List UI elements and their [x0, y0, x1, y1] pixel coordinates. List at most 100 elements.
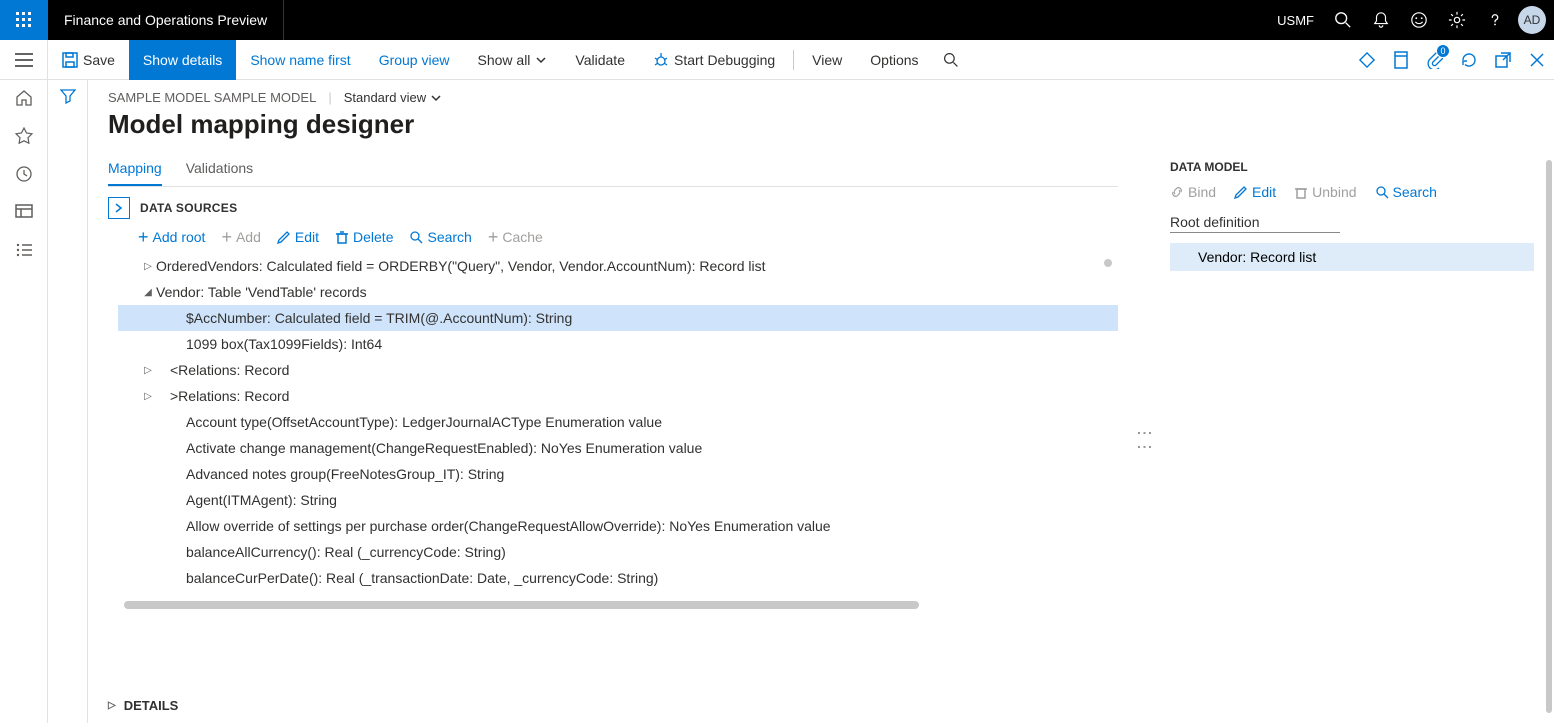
filter-button[interactable] — [60, 88, 76, 723]
page-options-button[interactable] — [1384, 40, 1418, 80]
tree-node[interactable]: Activate change management(ChangeRequest… — [118, 435, 1118, 461]
search-button[interactable]: Search — [1375, 184, 1437, 200]
pencil-icon — [1234, 185, 1248, 199]
data-sources-tree: ▷OrderedVendors: Calculated field = ORDE… — [108, 253, 1118, 609]
view-selector[interactable]: Standard view — [344, 90, 442, 105]
breadcrumb: SAMPLE MODEL SAMPLE MODEL — [108, 90, 316, 105]
list-icon — [15, 241, 33, 259]
refresh-button[interactable] — [1452, 40, 1486, 80]
save-label: Save — [83, 52, 115, 68]
view-menu-button[interactable]: View — [798, 40, 856, 80]
action-search-button[interactable] — [933, 40, 969, 80]
tree-node[interactable]: ▷OrderedVendors: Calculated field = ORDE… — [118, 253, 1118, 279]
tree-node[interactable]: Agent(ITMAgent): String — [118, 487, 1118, 513]
delete-button[interactable]: Delete — [335, 229, 393, 245]
data-model-item[interactable]: Vendor: Record list — [1170, 243, 1534, 271]
validate-button[interactable]: Validate — [561, 40, 639, 80]
diamond-icon — [1358, 51, 1376, 69]
save-icon — [62, 52, 78, 68]
page-title: Model mapping designer — [108, 109, 1534, 140]
settings-button[interactable] — [1438, 0, 1476, 40]
attachments-button[interactable]: 0 — [1418, 40, 1452, 80]
attachments-badge: 0 — [1436, 44, 1450, 58]
action-bar: Save Show details Show name first Group … — [0, 40, 1554, 80]
waffle-icon — [16, 12, 32, 28]
workspace-icon — [15, 203, 33, 221]
options-menu-button[interactable]: Options — [856, 40, 932, 80]
start-debugging-label: Start Debugging — [674, 52, 775, 68]
edit-button[interactable]: Edit — [1234, 184, 1276, 200]
pin-button[interactable] — [1350, 40, 1384, 80]
sidebar-workspaces-button[interactable] — [14, 202, 34, 222]
close-icon — [1529, 52, 1545, 68]
app-title: Finance and Operations Preview — [48, 0, 284, 40]
start-debugging-button[interactable]: Start Debugging — [639, 40, 789, 80]
page-scrollbar[interactable] — [1546, 160, 1552, 713]
horizontal-scrollbar[interactable] — [124, 601, 919, 609]
tab-validations[interactable]: Validations — [186, 154, 253, 186]
page-icon — [1393, 51, 1409, 69]
refresh-icon — [1460, 51, 1478, 69]
show-name-first-button[interactable]: Show name first — [236, 40, 364, 80]
tree-node[interactable]: Allow override of settings per purchase … — [118, 513, 1118, 539]
help-button[interactable] — [1476, 0, 1514, 40]
pencil-icon — [277, 230, 291, 244]
trash-icon — [1294, 185, 1308, 199]
pane-splitter[interactable]: ⋮⋮ — [1138, 154, 1150, 723]
details-section-toggle[interactable]: ▷ DETAILS — [108, 687, 1118, 723]
data-model-header: DATA MODEL — [1170, 160, 1534, 174]
group-view-button[interactable]: Group view — [365, 40, 464, 80]
chevron-down-icon — [535, 54, 547, 66]
show-all-button[interactable]: Show all — [464, 40, 562, 80]
popout-button[interactable] — [1486, 40, 1520, 80]
search-icon — [409, 230, 423, 244]
sidebar-modules-button[interactable] — [14, 240, 34, 260]
filter-bar — [48, 80, 88, 723]
tree-node[interactable]: balanceAllCurrency(): Real (_currencyCod… — [118, 539, 1118, 565]
tree-node[interactable]: Advanced notes group(FreeNotesGroup_IT):… — [118, 461, 1118, 487]
tree-node[interactable]: ▷>Relations: Record — [118, 383, 1118, 409]
edit-button[interactable]: Edit — [277, 229, 319, 245]
app-launcher-button[interactable] — [0, 0, 48, 40]
save-button[interactable]: Save — [48, 40, 129, 80]
close-button[interactable] — [1520, 40, 1554, 80]
tree-node[interactable]: ▷<Relations: Record — [118, 357, 1118, 383]
tree-node-selected[interactable]: $AccNumber: Calculated field = TRIM(@.Ac… — [118, 305, 1118, 331]
link-icon — [1170, 185, 1184, 199]
notifications-button[interactable] — [1362, 0, 1400, 40]
tree-node[interactable]: ◢Vendor: Table 'VendTable' records — [118, 279, 1118, 305]
sidebar-home-button[interactable] — [14, 88, 34, 108]
popout-icon — [1495, 52, 1511, 68]
data-sources-expand-button[interactable] — [108, 197, 130, 219]
search-button[interactable]: Search — [409, 229, 471, 245]
details-label: DETAILS — [124, 698, 179, 713]
global-sidebar — [0, 80, 48, 723]
bind-button: Bind — [1170, 184, 1216, 200]
root-definition-label: Root definition — [1170, 214, 1534, 230]
tab-mapping[interactable]: Mapping — [108, 154, 162, 186]
show-details-button[interactable]: Show details — [129, 40, 236, 80]
hamburger-icon — [15, 53, 33, 67]
company-name[interactable]: USMF — [1267, 13, 1324, 28]
show-all-label: Show all — [478, 52, 531, 68]
tree-node[interactable]: Account type(OffsetAccountType): LedgerJ… — [118, 409, 1118, 435]
sidebar-recent-button[interactable] — [14, 164, 34, 184]
search-button[interactable] — [1324, 0, 1362, 40]
tree-node[interactable]: balanceCurPerDate(): Real (_transactionD… — [118, 565, 1118, 591]
user-avatar[interactable]: AD — [1518, 6, 1546, 34]
home-icon — [15, 89, 33, 107]
feedback-button[interactable] — [1400, 0, 1438, 40]
nav-toggle-button[interactable] — [0, 40, 48, 80]
data-sources-header: DATA SOURCES — [140, 201, 237, 215]
add-root-button[interactable]: +Add root — [138, 229, 205, 245]
funnel-icon — [60, 88, 76, 104]
cache-button: +Cache — [488, 229, 543, 245]
sidebar-favorites-button[interactable] — [14, 126, 34, 146]
smiley-icon — [1410, 11, 1428, 29]
search-icon — [1375, 185, 1389, 199]
tree-node[interactable]: 1099 box(Tax1099Fields): Int64 — [118, 331, 1118, 357]
add-button: +Add — [221, 229, 260, 245]
search-icon — [943, 52, 959, 68]
star-icon — [15, 127, 33, 145]
debug-icon — [653, 52, 669, 68]
